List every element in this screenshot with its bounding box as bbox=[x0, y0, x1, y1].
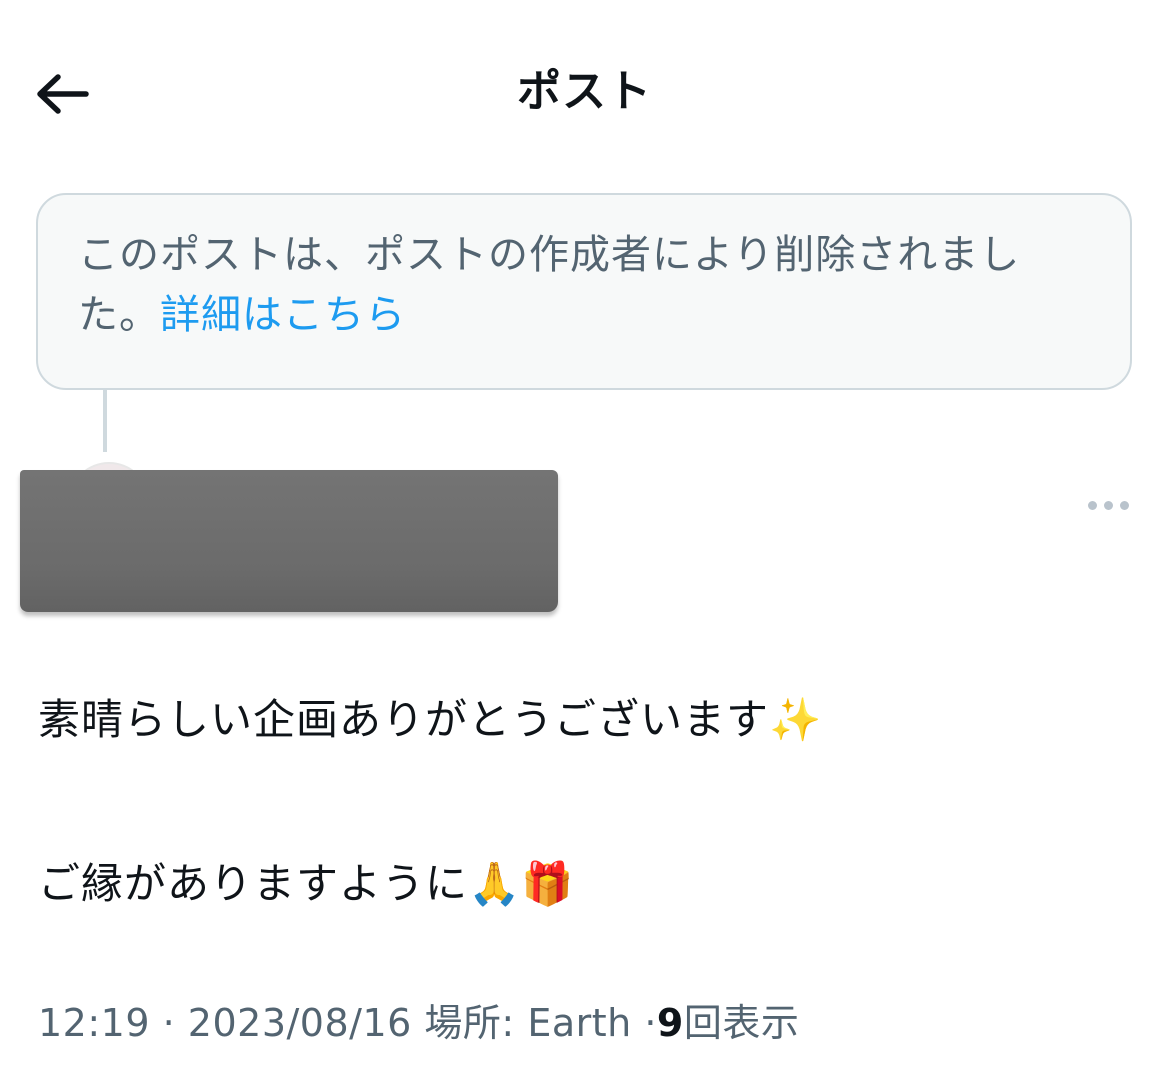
redacted-author-area bbox=[20, 470, 558, 612]
post-time[interactable]: 12:19 bbox=[38, 1001, 150, 1045]
more-options-button[interactable] bbox=[1080, 490, 1136, 520]
view-count[interactable]: 9 bbox=[657, 1001, 684, 1045]
page-title: ポスト bbox=[517, 66, 652, 117]
post-text: 素晴らしい企画ありがとうございます✨ ご縁がありますように🙏🎁 bbox=[38, 688, 1138, 916]
post-text-line: ご縁がありますように🙏🎁 bbox=[38, 859, 575, 908]
thread-connector-line bbox=[103, 390, 107, 452]
learn-more-link[interactable]: 詳細はこちら bbox=[160, 292, 406, 338]
location-label: 場所: bbox=[424, 1001, 515, 1045]
post-metadata: 12:19 · 2023/08/16 場所: Earth ·9回表示 bbox=[38, 995, 799, 1051]
post-text-line: 素晴らしい企画ありがとうございます✨ bbox=[38, 695, 823, 744]
meta-separator: · bbox=[162, 1001, 176, 1045]
post-date[interactable]: 2023/08/16 bbox=[188, 1001, 412, 1045]
post-location: Earth bbox=[527, 1001, 632, 1045]
more-options-icon bbox=[1087, 500, 1097, 510]
meta-separator: · bbox=[644, 1001, 657, 1045]
top-bar: ポスト bbox=[0, 40, 1169, 140]
view-count-label: 回表示 bbox=[683, 1001, 800, 1045]
deleted-post-notice: このポストは、ポストの作成者により削除されました。詳細はこちら bbox=[36, 193, 1132, 390]
